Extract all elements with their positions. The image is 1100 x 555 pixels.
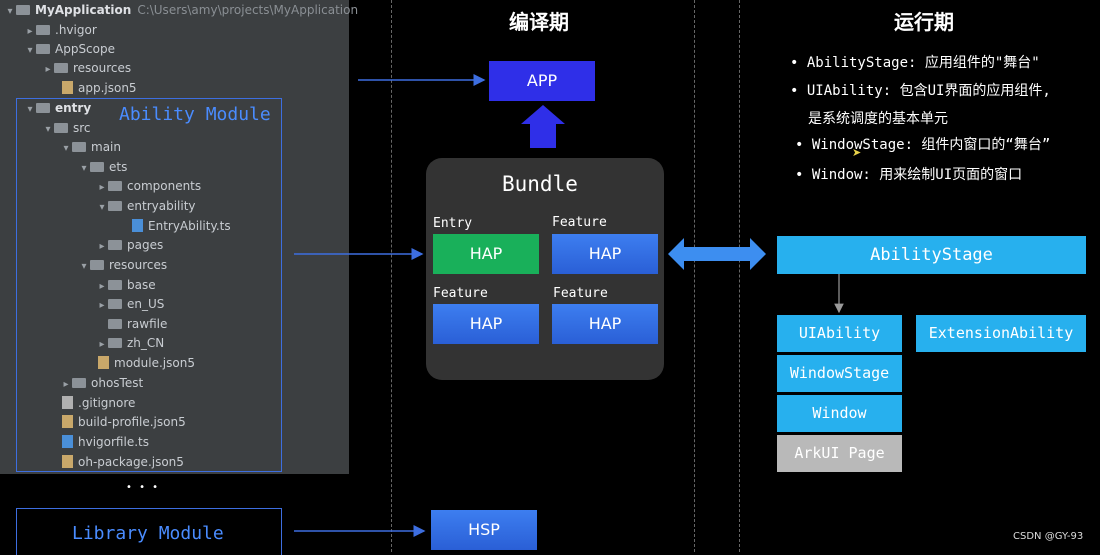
feature-label: Feature — [553, 286, 608, 301]
feature-hap-box: HAP — [433, 304, 539, 344]
bullet-uiability-cont: 是系统调度的基本单元 — [808, 111, 948, 127]
app-box: APP — [489, 61, 595, 101]
bullet-uiability: • UIAbility: 包含UI界面的应用组件, — [790, 83, 1051, 99]
bundle-title: Bundle — [502, 172, 578, 196]
hsp-box: HSP — [431, 510, 537, 550]
bullet-text: Window: 用来绘制UI页面的窗口 — [811, 167, 1023, 183]
bullet-text: UIAbility: 包含UI界面的应用组件, — [806, 83, 1051, 99]
window-box: Window — [777, 395, 902, 432]
abilitystage-box: AbilityStage — [777, 236, 1086, 274]
entry-hap-box: HAP — [433, 234, 539, 274]
bullet-windowstage: • WindowStage: 组件内窗口的“舞台” — [795, 137, 1051, 153]
windowstage-box: WindowStage — [777, 355, 902, 392]
watermark: CSDN @GY-93 — [1013, 531, 1084, 542]
entry-label: Entry — [433, 216, 473, 231]
bullet-abilitystage: • AbilityStage: 应用组件的"舞台" — [790, 55, 1040, 71]
extensionability-box: ExtensionAbility — [916, 315, 1086, 352]
uiability-box: UIAbility — [777, 315, 902, 352]
double-arrow — [668, 238, 766, 270]
bullet-text: WindowStage: 组件内窗口的“舞台” — [811, 137, 1051, 153]
bullet-text: AbilityStage: 应用组件的"舞台" — [806, 55, 1040, 71]
feature-hap-box: HAP — [552, 234, 658, 274]
feature-label: Feature — [552, 215, 607, 230]
arkui-page-box: ArkUI Page — [777, 435, 902, 472]
feature-label: Feature — [433, 286, 488, 301]
mouse-cursor-icon: ➤ — [852, 146, 862, 159]
arrow-up-to-app — [521, 105, 565, 148]
bullet-window: • Window: 用来绘制UI页面的窗口 — [795, 167, 1023, 183]
feature-hap-box: HAP — [552, 304, 658, 344]
